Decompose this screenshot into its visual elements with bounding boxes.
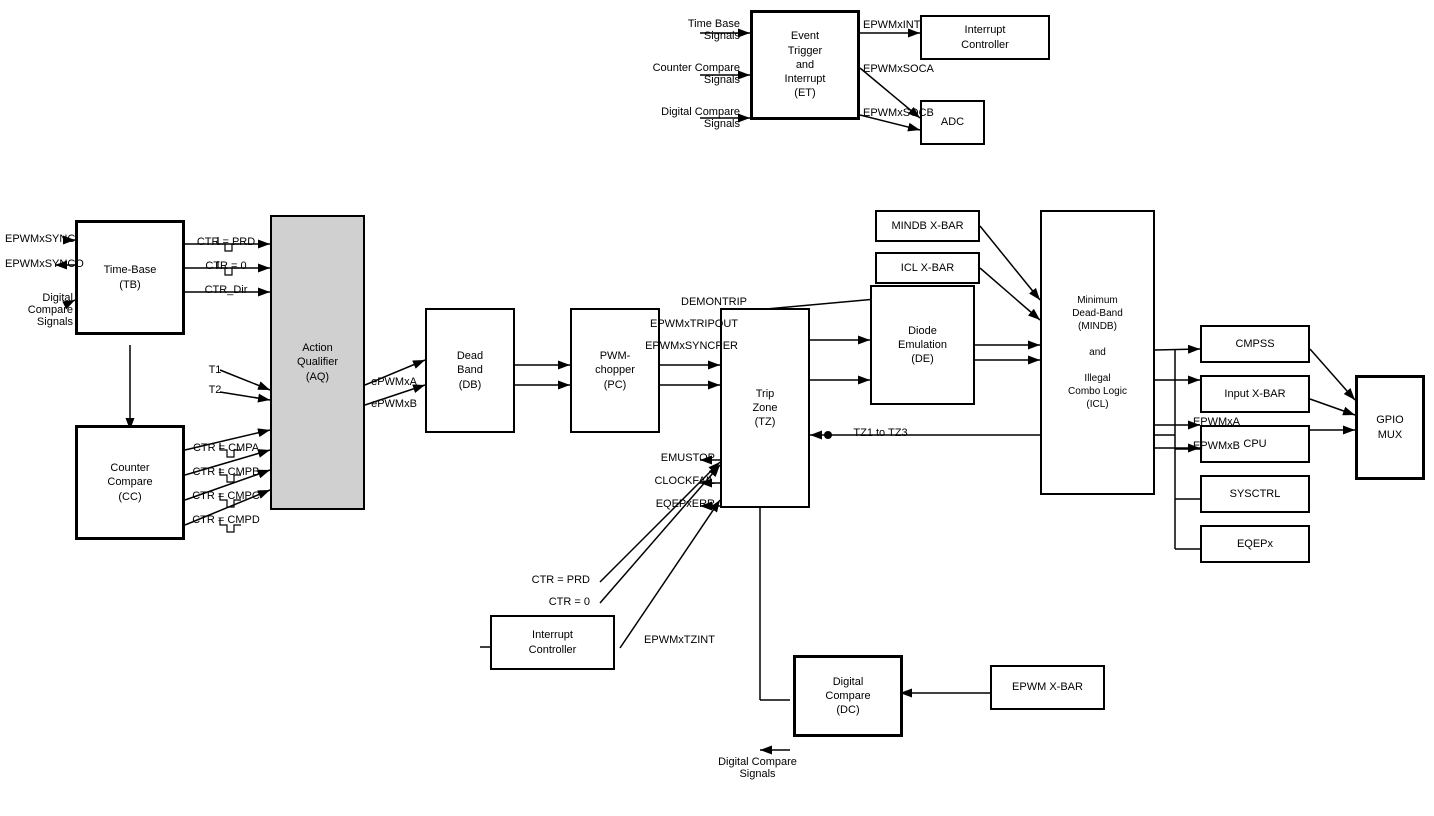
trip-zone-block: TripZone(TZ)	[720, 308, 810, 508]
epwm-block-diagram: EventTriggerandInterrupt(ET) InterruptCo…	[0, 0, 1434, 816]
event-trigger-block: EventTriggerandInterrupt(ET)	[750, 10, 860, 120]
epwmxsynco-label: EPWMxSYNCO	[5, 258, 73, 270]
epwm-xbar-label: EPWM X-BAR	[1012, 680, 1083, 694]
pwm-chopper-label: PWM-chopper(PC)	[595, 349, 635, 392]
ctr-prd-2-label: CTR = PRD	[490, 574, 590, 586]
gpio-mux-label: GPIOMUX	[1376, 413, 1404, 442]
action-qualifier-block: ActionQualifier(AQ)	[270, 215, 365, 510]
digital-compare-signals-top-label: Digital CompareSignals	[580, 106, 740, 130]
ctr-prd-1-label: CTR = PRD	[185, 236, 267, 248]
gpio-mux-block: GPIOMUX	[1355, 375, 1425, 480]
time-base-label: Time-Base(TB)	[104, 263, 157, 292]
eqepxerr-label: EQEPxERR	[620, 498, 715, 510]
eqepx-block: EQEPx	[1200, 525, 1310, 563]
epwmxint-label: EPWMxINT	[863, 19, 983, 31]
cmpss-label: CMPSS	[1235, 337, 1274, 351]
tz1-tz3-label: TZ1 to TZ3	[833, 427, 928, 439]
t1-label: T1	[200, 364, 230, 376]
ctr-0-2-label: CTR = 0	[490, 596, 590, 608]
digital-compare-signals-bot-label: Digital CompareSignals	[690, 756, 825, 780]
time-base-block: Time-Base(TB)	[75, 220, 185, 335]
event-trigger-label: EventTriggerandInterrupt(ET)	[785, 29, 826, 100]
cpu-label: CPU	[1243, 437, 1266, 451]
action-qualifier-label: ActionQualifier(AQ)	[297, 341, 338, 384]
digital-compare-signals-left-label: Digital CompareSignals	[5, 292, 73, 328]
icl-xbar-label: ICL X-BAR	[901, 261, 954, 275]
cmpss-block: CMPSS	[1200, 325, 1310, 363]
epwmxb-aq-label: ePWMxB	[363, 398, 425, 410]
ctr-cmpb-label: CTR = CMPB	[185, 466, 267, 478]
counter-compare-signals-label: Counter CompareSignals	[580, 62, 740, 86]
epwmxtripout-label: EPWMxTRIPOUT	[608, 318, 738, 330]
diode-emulation-label: DiodeEmulation(DE)	[898, 324, 947, 367]
eqepx-label: EQEPx	[1237, 537, 1273, 551]
ctr-dir-label: CTR_Dir	[185, 284, 267, 296]
ctr-cmpd-label: CTR = CMPD	[185, 514, 267, 526]
digital-compare-label: DigitalCompare(DC)	[825, 675, 870, 718]
mindb-icl-label: MinimumDead-Band(MINDB)andIllegalCombo L…	[1068, 294, 1127, 411]
clockfail-label: CLOCKFAIL	[620, 475, 715, 487]
mindb-xbar-block: MINDB X-BAR	[875, 210, 980, 242]
icl-xbar-block: ICL X-BAR	[875, 252, 980, 284]
mindb-icl-block: MinimumDead-Band(MINDB)andIllegalCombo L…	[1040, 210, 1155, 495]
epwmxb-out-label: EPWMxB	[1160, 440, 1240, 452]
input-xbar-label: Input X-BAR	[1224, 387, 1285, 401]
counter-compare-label: CounterCompare(CC)	[107, 461, 152, 504]
trip-zone-label: TripZone(TZ)	[752, 387, 777, 430]
epwmxsoca-label: EPWMxSOCA	[863, 63, 983, 75]
sysctrl-label: SYSCTRL	[1230, 487, 1281, 501]
epwmxa-out-label: EPWMxA	[1160, 416, 1240, 428]
diode-emulation-block: DiodeEmulation(DE)	[870, 285, 975, 405]
interrupt-controller-bot-label: InterruptController	[529, 628, 577, 657]
interrupt-controller-bot-block: InterruptController	[490, 615, 615, 670]
ctr-0-1-label: CTR = 0	[185, 260, 267, 272]
mindb-xbar-label: MINDB X-BAR	[891, 219, 963, 233]
time-base-signals-label: Time BaseSignals	[600, 18, 740, 42]
ctr-cmpa-label: CTR = CMPA	[185, 442, 267, 454]
dead-band-block: DeadBand(DB)	[425, 308, 515, 433]
sysctrl-block: SYSCTRL	[1200, 475, 1310, 513]
epwmxsynci-label: EPWMxSYNCI	[5, 233, 73, 245]
t2-label: T2	[200, 384, 230, 396]
demontrip-label: DEMONTRIP	[617, 296, 747, 308]
dead-band-label: DeadBand(DB)	[457, 349, 483, 392]
counter-compare-block: CounterCompare(CC)	[75, 425, 185, 540]
epwmxa-aq-label: ePWMxA	[363, 376, 425, 388]
input-xbar-block: Input X-BAR	[1200, 375, 1310, 413]
emustop-label: EMUSTOP	[620, 452, 715, 464]
epwmxsyncper-label: EPWMxSYNCPER	[608, 340, 738, 352]
epwm-xbar-block: EPWM X-BAR	[990, 665, 1105, 710]
epwmxtzint-label: EPWMxTZINT	[622, 634, 737, 646]
ctr-cmpc-label: CTR = CMPC	[185, 490, 267, 502]
digital-compare-block: DigitalCompare(DC)	[793, 655, 903, 737]
epwmxsocb-label: EPWMxSOCB	[863, 107, 983, 119]
